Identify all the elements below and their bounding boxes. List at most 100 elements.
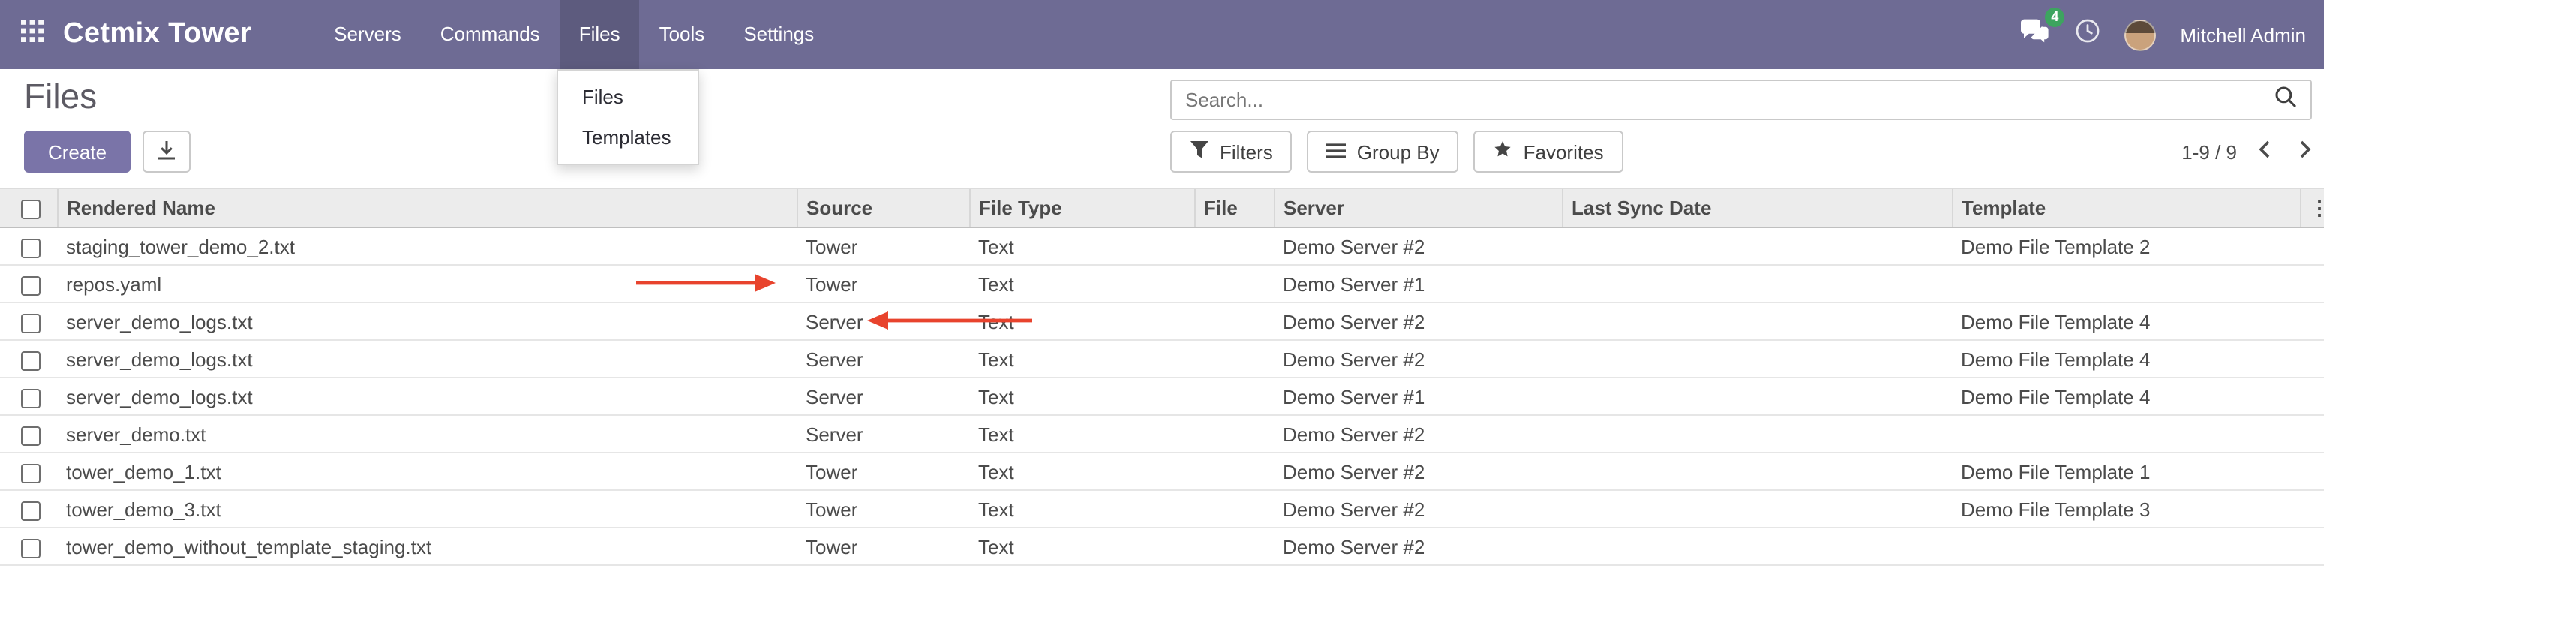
table-row[interactable]: staging_tower_demo_2.txt Tower Text Demo… — [0, 227, 2324, 265]
list-actions: Create — [24, 131, 191, 173]
cell-source: Server — [797, 415, 969, 453]
cell-file-type: Text — [969, 453, 1194, 490]
row-select-cell[interactable] — [0, 490, 57, 528]
cell-last-sync-date — [1562, 490, 1952, 528]
favorites-label: Favorites — [1524, 140, 1604, 163]
dropdown-item-files[interactable]: Files — [558, 77, 698, 117]
cell-rendered-name: server_demo_logs.txt — [57, 378, 797, 415]
cell-server: Demo Server #2 — [1274, 302, 1562, 340]
cell-source: Tower — [797, 227, 969, 265]
menu-servers[interactable]: Servers — [314, 0, 421, 69]
cell-rendered-name: server_demo.txt — [57, 415, 797, 453]
funnel-icon — [1190, 140, 1209, 163]
user-avatar[interactable] — [2124, 19, 2156, 50]
table-row[interactable]: tower_demo_3.txt Tower Text Demo Server … — [0, 490, 2324, 528]
cell-file — [1194, 265, 1274, 302]
group-by-label: Group By — [1357, 140, 1440, 163]
row-select-cell[interactable] — [0, 302, 57, 340]
cell-rendered-name: server_demo_logs.txt — [57, 340, 797, 378]
cell-template — [1952, 528, 2300, 565]
select-all-cell[interactable] — [0, 188, 57, 227]
cell-options-spacer — [2300, 340, 2324, 378]
clock-icon — [2075, 18, 2100, 51]
apps-menu-button[interactable] — [0, 0, 63, 69]
cell-source: Server — [797, 302, 969, 340]
cell-source: Server — [797, 378, 969, 415]
cell-file — [1194, 302, 1274, 340]
cell-last-sync-date — [1562, 528, 1952, 565]
column-options-cell[interactable]: ⋮ — [2300, 188, 2324, 227]
cell-server: Demo Server #2 — [1274, 227, 1562, 265]
select-all-checkbox[interactable] — [21, 200, 41, 219]
activities-button[interactable] — [2075, 18, 2100, 51]
row-select-cell[interactable] — [0, 378, 57, 415]
row-select-cell[interactable] — [0, 528, 57, 565]
cell-file-type: Text — [969, 302, 1194, 340]
cell-server: Demo Server #2 — [1274, 453, 1562, 490]
row-checkbox[interactable] — [21, 275, 41, 295]
column-header-server[interactable]: Server — [1274, 188, 1562, 227]
column-options-icon[interactable]: ⋮ — [2310, 196, 2324, 218]
export-button[interactable] — [143, 131, 191, 173]
cell-last-sync-date — [1562, 453, 1952, 490]
table-row[interactable]: tower_demo_1.txt Tower Text Demo Server … — [0, 453, 2324, 490]
group-by-button[interactable]: Group By — [1308, 131, 1459, 173]
column-header-template[interactable]: Template — [1952, 188, 2300, 227]
filters-button[interactable]: Filters — [1170, 131, 1293, 173]
cell-server: Demo Server #2 — [1274, 340, 1562, 378]
pager-previous-button[interactable] — [2258, 140, 2271, 164]
row-checkbox[interactable] — [21, 538, 41, 558]
cell-file — [1194, 378, 1274, 415]
menu-commands[interactable]: Commands — [421, 0, 560, 69]
pager-next-button[interactable] — [2298, 140, 2312, 164]
row-select-cell[interactable] — [0, 265, 57, 302]
cell-file-type: Text — [969, 265, 1194, 302]
top-navbar: Cetmix Tower Servers Commands Files Tool… — [0, 0, 2324, 69]
row-select-cell[interactable] — [0, 340, 57, 378]
messages-button[interactable]: 4 — [2019, 17, 2051, 52]
download-icon — [156, 139, 177, 164]
cell-file-type: Text — [969, 378, 1194, 415]
row-checkbox[interactable] — [21, 463, 41, 483]
menu-files[interactable]: Files — [560, 0, 640, 69]
create-button[interactable]: Create — [24, 131, 131, 173]
table-row[interactable]: server_demo_logs.txt Server Text Demo Se… — [0, 378, 2324, 415]
page-title: Files — [24, 77, 97, 117]
row-select-cell[interactable] — [0, 453, 57, 490]
column-header-file-type[interactable]: File Type — [969, 188, 1194, 227]
bars-icon — [1327, 140, 1347, 163]
favorites-button[interactable]: Favorites — [1474, 131, 1623, 173]
row-checkbox[interactable] — [21, 313, 41, 333]
dropdown-item-templates[interactable]: Templates — [558, 117, 698, 158]
cell-rendered-name: staging_tower_demo_2.txt — [57, 227, 797, 265]
row-checkbox[interactable] — [21, 426, 41, 445]
menu-tools[interactable]: Tools — [640, 0, 725, 69]
cell-source: Tower — [797, 265, 969, 302]
table-row[interactable]: server_demo.txt Server Text Demo Server … — [0, 415, 2324, 453]
table-row[interactable]: server_demo_logs.txt Server Text Demo Se… — [0, 302, 2324, 340]
row-checkbox[interactable] — [21, 388, 41, 408]
cell-server: Demo Server #2 — [1274, 490, 1562, 528]
column-header-source[interactable]: Source — [797, 188, 969, 227]
app-brand[interactable]: Cetmix Tower — [63, 18, 251, 51]
search-input[interactable] — [1185, 89, 2274, 111]
column-header-last-sync-date[interactable]: Last Sync Date — [1562, 188, 1952, 227]
search-icon[interactable] — [2274, 85, 2297, 115]
column-header-file[interactable]: File — [1194, 188, 1274, 227]
table-row[interactable]: server_demo_logs.txt Server Text Demo Se… — [0, 340, 2324, 378]
user-name[interactable]: Mitchell Admin — [2180, 23, 2306, 46]
row-checkbox[interactable] — [21, 351, 41, 370]
cell-options-spacer — [2300, 302, 2324, 340]
column-header-rendered-name[interactable]: Rendered Name — [57, 188, 797, 227]
row-checkbox[interactable] — [21, 501, 41, 520]
chevron-right-icon — [2298, 140, 2312, 164]
cell-server: Demo Server #2 — [1274, 415, 1562, 453]
row-select-cell[interactable] — [0, 227, 57, 265]
table-row[interactable]: tower_demo_without_template_staging.txt … — [0, 528, 2324, 565]
row-select-cell[interactable] — [0, 415, 57, 453]
systray: 4 Mitchell Admin — [2019, 17, 2324, 52]
menu-settings[interactable]: Settings — [724, 0, 833, 69]
search-box[interactable] — [1170, 80, 2312, 120]
row-checkbox[interactable] — [21, 238, 41, 257]
table-row[interactable]: repos.yaml Tower Text Demo Server #1 — [0, 265, 2324, 302]
